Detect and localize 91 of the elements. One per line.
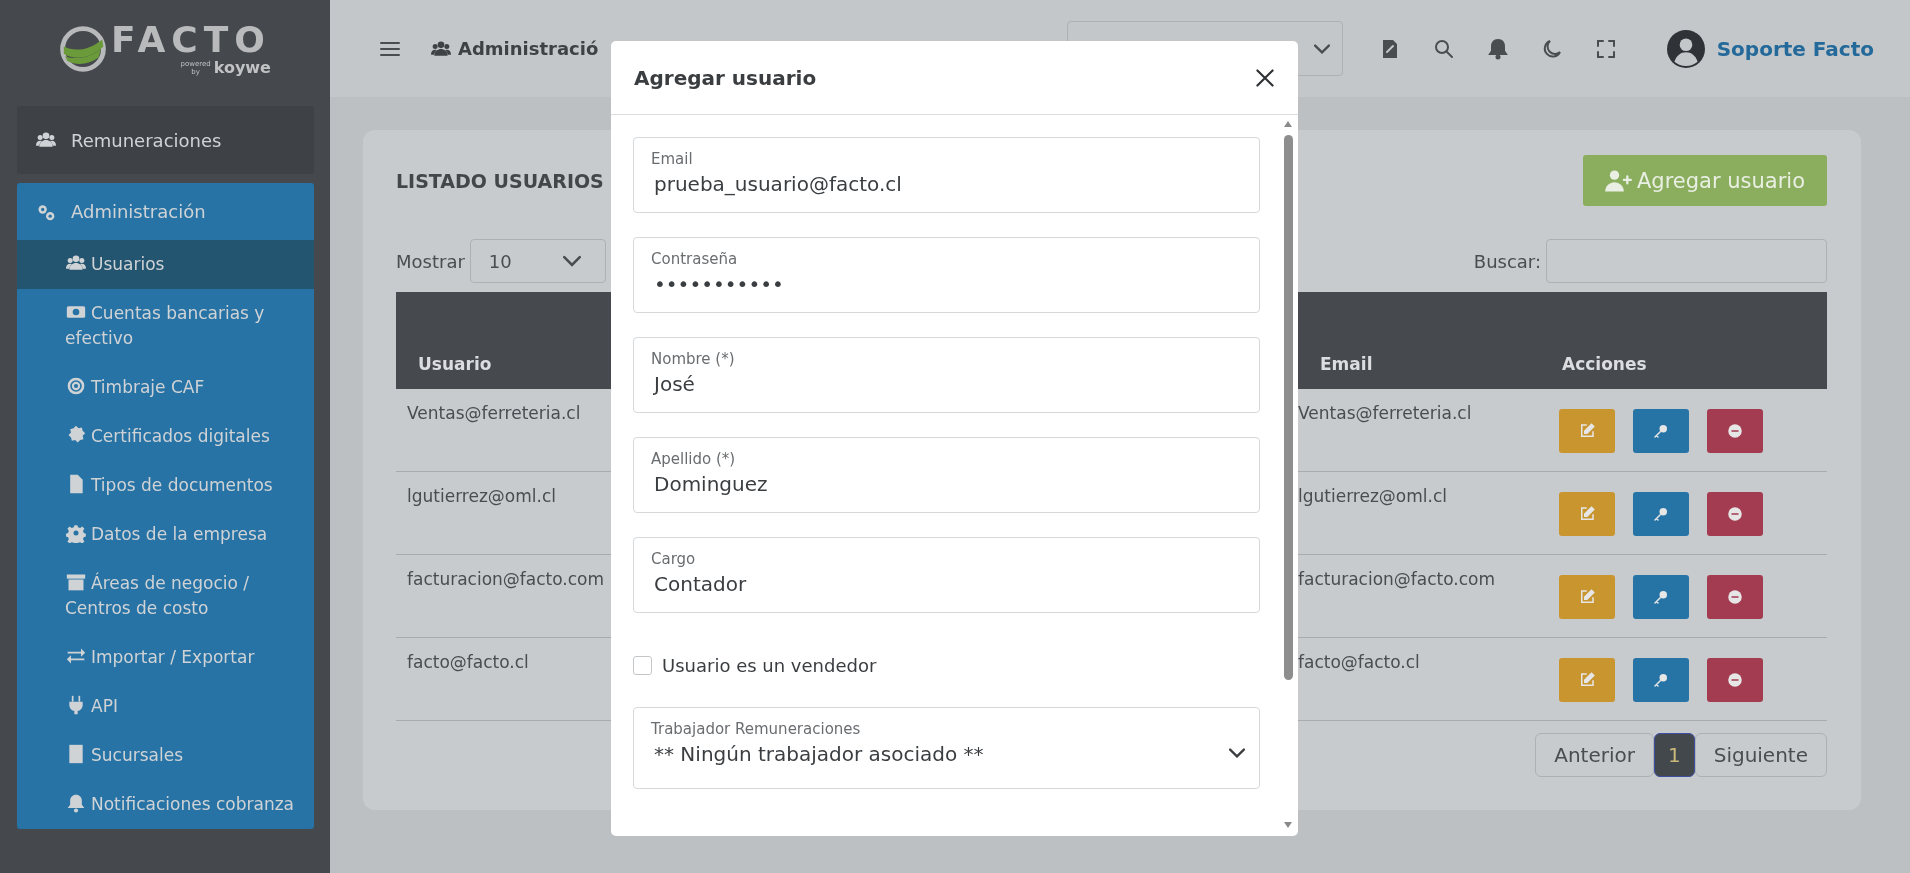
- table-cell: Ventas@ferreteria.cl: [407, 403, 581, 423]
- logo-wordmark: FACTO: [111, 21, 271, 59]
- edit-icon: [1578, 422, 1596, 440]
- table-cell: Ventas@ferreteria.cl: [1298, 403, 1472, 423]
- input-field[interactable]: Contraseña •••••••••••: [633, 237, 1260, 313]
- table-cell: facto@facto.cl: [407, 652, 529, 672]
- bell-icon: [65, 793, 87, 813]
- edit-icon: [1578, 505, 1596, 523]
- menu-item[interactable]: Administración: [17, 183, 314, 240]
- dialog-title: Agregar usuario: [634, 65, 817, 90]
- key-button[interactable]: [1633, 492, 1689, 536]
- key-button[interactable]: [1633, 575, 1689, 619]
- checkbox-label: Usuario es un vendedor: [662, 654, 877, 676]
- user-name[interactable]: Soporte Facto: [1716, 36, 1874, 61]
- key-icon: [1652, 588, 1670, 606]
- field-value: José: [652, 371, 695, 396]
- field-value: Dominguez: [653, 471, 768, 496]
- table-cell: facto@facto.cl: [1298, 652, 1420, 672]
- next-button[interactable]: Siguiente: [1694, 733, 1827, 777]
- submenu-item[interactable]: Tipos de documentos: [17, 461, 314, 510]
- target-icon: [65, 376, 87, 396]
- submenu-item[interactable]: Certificados digitales: [17, 412, 314, 461]
- checkbox[interactable]: [633, 655, 652, 675]
- search-field[interactable]: [1546, 239, 1827, 283]
- page-button[interactable]: 1: [1653, 733, 1695, 777]
- page-size-select[interactable]: 10: [469, 239, 606, 283]
- key-button[interactable]: [1633, 409, 1689, 453]
- section-link[interactable]: Administració: [428, 38, 599, 59]
- menu-item[interactable]: Remuneraciones: [17, 106, 314, 174]
- submenu-item[interactable]: Cuentas bancarias y efectivo: [17, 289, 314, 363]
- field-label: Email: [651, 150, 694, 168]
- users-icon: [65, 253, 87, 273]
- menu-label: Remuneraciones: [71, 129, 222, 151]
- input-field[interactable]: Apellido (*) Dominguez: [633, 437, 1260, 513]
- submenu-item[interactable]: API: [17, 682, 314, 731]
- table-cell: lgutierrez@oml.cl: [1298, 486, 1447, 506]
- submenu-item[interactable]: Timbraje CAF: [17, 363, 314, 412]
- submenu-item[interactable]: Sucursales: [17, 731, 314, 780]
- field-label: Apellido (*): [651, 450, 737, 468]
- submenu-item[interactable]: Usuarios: [17, 240, 314, 289]
- column-header[interactable]: Email: [1298, 354, 1540, 389]
- users-icon: [35, 130, 57, 150]
- delete-button[interactable]: [1707, 658, 1763, 702]
- bell-icon[interactable]: [1485, 36, 1510, 61]
- submenu-item[interactable]: Notificaciones cobranza: [17, 780, 314, 829]
- key-icon: [1652, 671, 1670, 689]
- field-label: Contraseña: [651, 250, 739, 268]
- input-field[interactable]: Cargo Contador: [633, 537, 1260, 613]
- key-icon: [1652, 422, 1670, 440]
- field-value: ** Ningún trabajador asociado **: [653, 741, 984, 766]
- exchange-icon: [65, 646, 87, 666]
- menu-label: Administración: [71, 201, 206, 222]
- minus-circle-icon: [1726, 588, 1744, 606]
- delete-button[interactable]: [1707, 492, 1763, 536]
- table-cell: facturacion@facto.com: [407, 569, 605, 589]
- submenu-item[interactable]: Áreas de negocio / Centros de costo: [17, 559, 314, 633]
- key-icon: [1652, 505, 1670, 523]
- table-cell: facturacion@facto.com: [1298, 569, 1496, 589]
- select-field[interactable]: Trabajador Remuneraciones ** Ningún trabajador asociado **: [633, 707, 1260, 789]
- delete-button[interactable]: [1707, 575, 1763, 619]
- avatar-icon[interactable]: [1666, 29, 1705, 68]
- field-label: Trabajador Remuneraciones: [651, 720, 862, 738]
- page-title: LISTADO USUARIOS: [396, 169, 604, 192]
- logo-swirl-icon: [59, 25, 108, 73]
- field-label: Nombre (*): [651, 350, 736, 368]
- field-label: Cargo: [651, 550, 697, 568]
- table-cell: lgutierrez@oml.cl: [407, 486, 556, 506]
- column-header[interactable]: Acciones: [1540, 354, 1827, 389]
- gear-icon: [65, 523, 87, 543]
- chevron-down-icon: [1313, 43, 1330, 54]
- scrollbar[interactable]: [1282, 121, 1294, 828]
- logo-brand: koywe: [213, 59, 271, 77]
- edit-icon: [1578, 588, 1596, 606]
- delete-button[interactable]: [1707, 409, 1763, 453]
- archive-icon: [65, 572, 87, 592]
- input-field[interactable]: Email prueba_usuario@facto.cl: [633, 137, 1260, 213]
- minus-circle-icon: [1726, 422, 1744, 440]
- input-field[interactable]: Nombre (*) José: [633, 337, 1260, 413]
- edit-icon: [1578, 671, 1596, 689]
- field-value: Contador: [653, 571, 747, 596]
- show-label: Mostrar: [396, 250, 465, 272]
- previous-button[interactable]: Anterior: [1535, 733, 1654, 777]
- submenu-item[interactable]: Datos de la empresa: [17, 510, 314, 559]
- field-value: •••••••••••: [653, 271, 784, 296]
- search-label: Buscar:: [1473, 250, 1541, 272]
- minus-circle-icon: [1726, 671, 1744, 689]
- submenu-item[interactable]: Importar / Exportar: [17, 633, 314, 682]
- minus-circle-icon: [1726, 505, 1744, 523]
- chevron-down-icon: [1229, 748, 1245, 758]
- field-value: prueba_usuario@facto.cl: [653, 171, 902, 196]
- key-button[interactable]: [1633, 658, 1689, 702]
